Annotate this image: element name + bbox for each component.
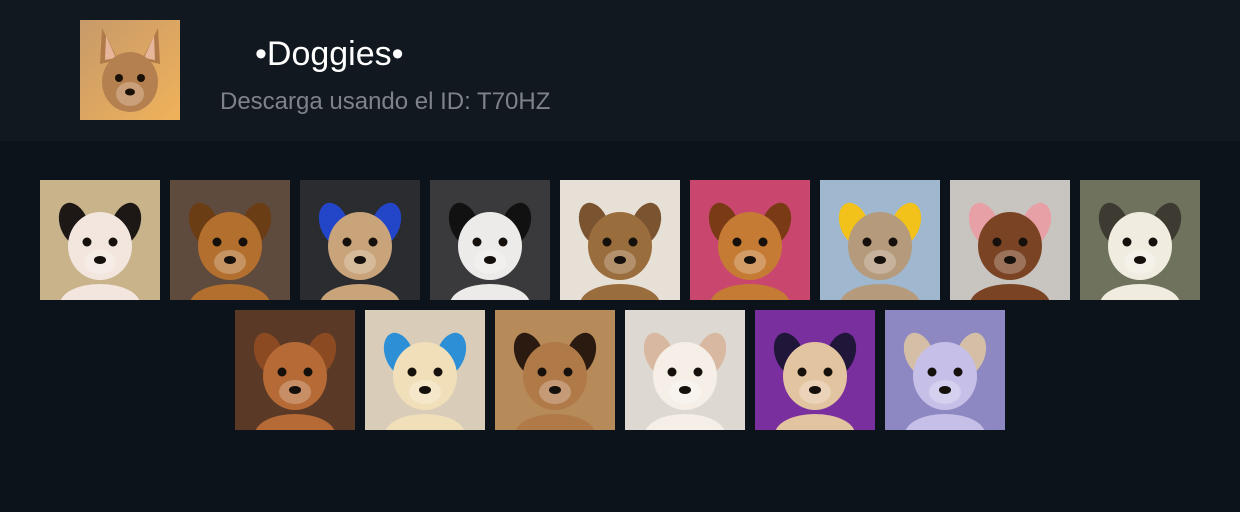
sticker-chihuahua-praying[interactable]: [625, 310, 745, 430]
sticker-white-dog-sunglasses[interactable]: [430, 180, 550, 300]
sticker-chihuahua-mullet-concert[interactable]: [755, 310, 875, 430]
sticker-pug-on-couch[interactable]: [300, 180, 420, 300]
pack-title: •Doggies•: [255, 35, 404, 73]
sticker-row-1: [0, 180, 1240, 300]
pack-cover-image: [80, 20, 180, 120]
chihuahua-cowboy-hat-icon: [40, 180, 160, 300]
dog-cap-tongue-icon: [820, 180, 940, 300]
golden-puppy-paw-icon: [235, 310, 355, 430]
chihuahua-screaming-icon: [690, 180, 810, 300]
chihuahua-praying-icon: [625, 310, 745, 430]
sticker-dachshund-tongue[interactable]: [950, 180, 1070, 300]
dachshund-tongue-icon: [950, 180, 1070, 300]
sticker-chihuahua-portrait[interactable]: [495, 310, 615, 430]
chihuahua-sticker-icon: [80, 20, 180, 120]
sticker-brown-dog-side-eye[interactable]: [170, 180, 290, 300]
sticker-grid: [0, 180, 1240, 440]
sticker-chihuahua-blanket[interactable]: [885, 310, 1005, 430]
sticker-crying-puppy[interactable]: [365, 310, 485, 430]
sticker-row-2: [0, 310, 1240, 430]
chihuahua-mullet-concert-icon: [755, 310, 875, 430]
chihuahua-portrait-icon: [495, 310, 615, 430]
crying-puppy-icon: [365, 310, 485, 430]
white-dog-sunglasses-icon: [430, 180, 550, 300]
sticker-golden-puppy-paw[interactable]: [235, 310, 355, 430]
sticker-dog-cap-tongue[interactable]: [820, 180, 940, 300]
puppy-thinking-icon: [560, 180, 680, 300]
sticker-white-spitz-car[interactable]: [1080, 180, 1200, 300]
pack-download-id: Descarga usando el ID: T70HZ: [220, 88, 551, 115]
chihuahua-blanket-icon: [885, 310, 1005, 430]
pack-header: •Doggies• Descarga usando el ID: T70HZ: [0, 0, 1240, 141]
white-spitz-car-icon: [1080, 180, 1200, 300]
sticker-puppy-thinking[interactable]: [560, 180, 680, 300]
sticker-chihuahua-screaming[interactable]: [690, 180, 810, 300]
brown-dog-side-eye-icon: [170, 180, 290, 300]
sticker-chihuahua-cowboy-hat[interactable]: [40, 180, 160, 300]
pug-on-couch-icon: [300, 180, 420, 300]
